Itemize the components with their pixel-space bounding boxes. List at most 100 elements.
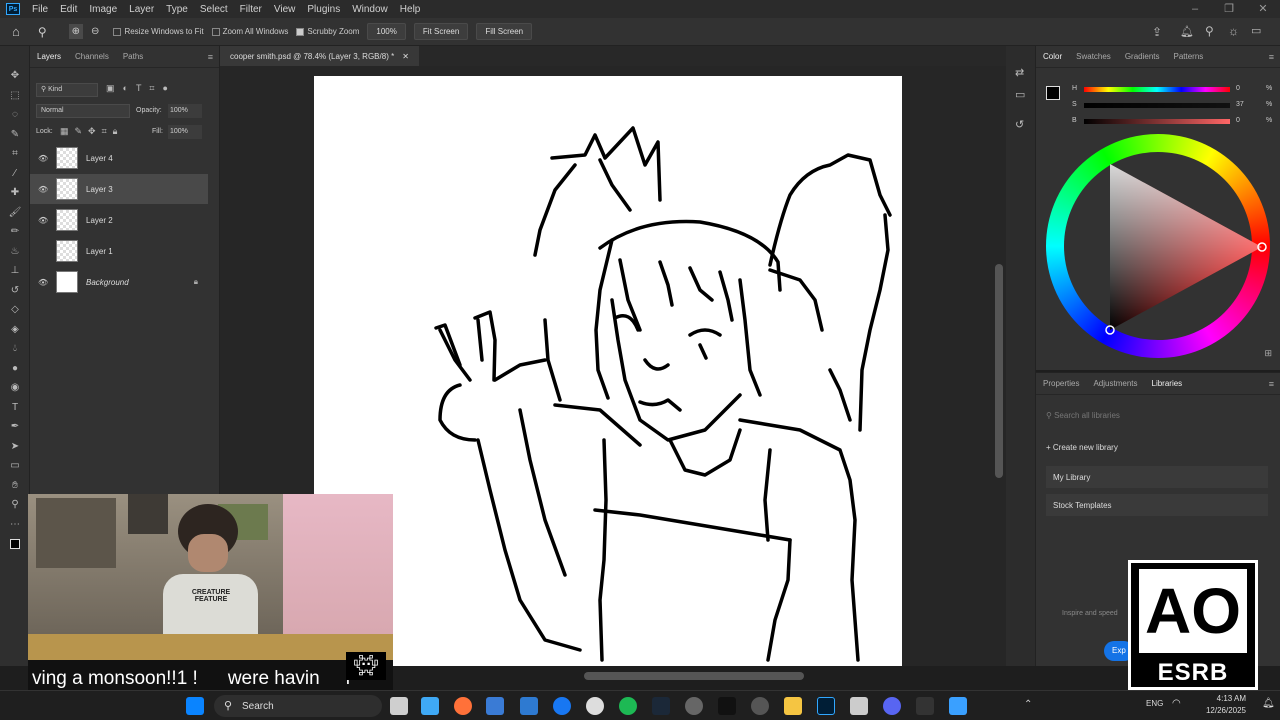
file-icon[interactable] (390, 697, 408, 715)
notifications-icon[interactable]: 🔔︎ (1262, 698, 1275, 709)
copilot-icon[interactable] (421, 697, 439, 715)
lasso-tool-icon[interactable]: ◌ (0, 105, 30, 125)
menu-edit[interactable]: Edit (54, 4, 83, 15)
tab-paths[interactable]: Paths (116, 52, 150, 61)
blur-tool-icon[interactable]: 💧︎ (0, 339, 30, 359)
color-swatch-icon[interactable] (0, 534, 30, 554)
menu-file[interactable]: File (26, 4, 54, 15)
tab-swatches[interactable]: Swatches (1069, 52, 1118, 61)
pen-tool-icon[interactable]: ✒ (0, 417, 30, 437)
library-item[interactable]: My Library (1046, 466, 1268, 488)
color-wheel[interactable] (1046, 134, 1270, 358)
tab-gradients[interactable]: Gradients (1118, 52, 1167, 61)
menu-window[interactable]: Window (346, 4, 394, 15)
brightness-value[interactable]: 0 (1236, 117, 1240, 124)
tab-color[interactable]: Color (1036, 52, 1069, 61)
menu-select[interactable]: Select (194, 4, 234, 15)
tray-overflow-icon[interactable]: ⌃ (1024, 699, 1032, 710)
fill-screen-button[interactable]: Fill Screen (476, 23, 533, 40)
hue-value[interactable]: 0 (1236, 85, 1240, 92)
layer-row[interactable]: 👁︎ Layer 1 (30, 236, 208, 266)
zoom-tool-icon[interactable]: ⚲ (38, 25, 47, 39)
firefox-icon[interactable] (454, 697, 472, 715)
cmd-icon[interactable] (916, 697, 934, 715)
wordpad-icon[interactable] (586, 697, 604, 715)
menu-type[interactable]: Type (160, 4, 194, 15)
quick-select-icon[interactable]: ✎ (0, 125, 30, 145)
steam-icon[interactable] (652, 697, 670, 715)
sponge-tool-icon[interactable]: ◉ (0, 378, 30, 398)
home-icon[interactable]: ⌂ (12, 24, 20, 39)
learn-icon[interactable]: ⇄ (1015, 66, 1024, 79)
bell-icon[interactable]: 🔔︎ (1180, 25, 1194, 38)
history-brush-icon[interactable]: ↺ (0, 281, 30, 301)
fit-screen-button[interactable]: Fit Screen (413, 23, 469, 40)
mixer-brush-icon[interactable]: ♨ (0, 242, 30, 262)
opacity-field[interactable]: 100% (168, 104, 202, 118)
lock-icons[interactable]: ▦✎✥⌗🔒︎ (60, 126, 123, 137)
vertical-scrollbar[interactable] (995, 264, 1003, 478)
drawing-canvas[interactable] (314, 76, 902, 666)
type-tool-icon[interactable]: T (0, 398, 30, 418)
eye-hidden-icon[interactable]: 👁︎ (38, 247, 50, 256)
scrubby-zoom-checkbox[interactable]: Scrubby Zoom (296, 27, 359, 36)
path-select-icon[interactable]: ➤ (0, 437, 30, 457)
discord-icon[interactable] (883, 697, 901, 715)
panel-menu-icon[interactable]: ≡ (1269, 52, 1274, 62)
workspace-icon[interactable]: ▭ (1251, 24, 1261, 37)
panel-menu-icon[interactable]: ≡ (1269, 379, 1274, 389)
crop-tool-icon[interactable]: ⌗ (0, 144, 30, 164)
menu-image[interactable]: Image (83, 4, 123, 15)
marquee-tool-icon[interactable]: ⬚ (0, 86, 30, 106)
more-tools-icon[interactable]: ⋯ (0, 515, 30, 535)
eraser-tool-icon[interactable]: ◇ (0, 300, 30, 320)
tab-patterns[interactable]: Patterns (1167, 52, 1211, 61)
wifi-icon[interactable]: ◠ (1172, 698, 1181, 709)
spotify-icon[interactable] (619, 697, 637, 715)
brush-tool-icon[interactable]: 🖌︎ (0, 203, 30, 223)
comments-icon[interactable]: ▭ (1015, 88, 1025, 101)
zoom-all-checkbox[interactable]: Zoom All Windows (211, 27, 288, 36)
fill-field[interactable]: 100% (168, 125, 202, 139)
dodge-tool-icon[interactable]: ● (0, 359, 30, 379)
clone-stamp-icon[interactable]: ⊥ (0, 261, 30, 281)
zoom-tool-side-icon[interactable]: ⚲ (0, 495, 30, 515)
move-tool-icon[interactable]: ✥ (0, 66, 30, 86)
hand-tool-icon[interactable]: ✋︎ (0, 476, 30, 496)
zoom-out-icon[interactable]: ⊖ (91, 26, 99, 37)
eyedropper-icon[interactable]: ⁄ (0, 164, 30, 184)
panel-menu-icon[interactable]: ≡ (208, 52, 213, 62)
eye-icon[interactable]: 👁︎ (38, 278, 50, 287)
healing-brush-icon[interactable]: ✚ (0, 183, 30, 203)
folder-icon[interactable] (784, 697, 802, 715)
obs-icon[interactable] (751, 697, 769, 715)
expand-icon[interactable]: ⊞ (1264, 348, 1272, 359)
media-app-icon[interactable] (850, 697, 868, 715)
layer-row[interactable]: 👁︎ Background 🔒︎ (30, 267, 208, 297)
audio-app-icon[interactable] (718, 697, 736, 715)
history-icon[interactable]: ↺ (1015, 118, 1024, 131)
hue-slider[interactable]: H 0 % (1044, 85, 1272, 95)
start-icon[interactable] (186, 697, 204, 715)
layer-row[interactable]: 👁︎ Layer 2 (30, 205, 208, 235)
tab-libraries[interactable]: Libraries (1145, 379, 1190, 388)
share-icon[interactable]: ⇪ (1152, 25, 1162, 39)
menu-view[interactable]: View (268, 4, 302, 15)
tab-channels[interactable]: Channels (68, 52, 116, 61)
paint-icon[interactable] (949, 697, 967, 715)
horizontal-scrollbar[interactable] (584, 672, 804, 680)
photoshop-icon[interactable] (817, 697, 835, 715)
layer-filter-icons[interactable]: ▣◐T⌗● (106, 83, 176, 94)
library-search-input[interactable]: ⚲ Search all libraries (1046, 411, 1268, 425)
zoom-value-field[interactable]: 100% (367, 23, 406, 40)
tab-properties[interactable]: Properties (1036, 379, 1086, 388)
menu-filter[interactable]: Filter (234, 4, 268, 15)
blend-mode-select[interactable]: Normal (36, 104, 130, 118)
saturation-value[interactable]: 37 (1236, 101, 1244, 108)
pencil-tool-icon[interactable]: ✏︎ (0, 222, 30, 242)
language-indicator[interactable]: ENG (1146, 699, 1163, 708)
facebook-icon[interactable] (553, 697, 571, 715)
clock[interactable]: 4:13 AM 12/26/2025 (1186, 693, 1246, 717)
tab-layers[interactable]: Layers (30, 52, 68, 61)
paint-bucket-icon[interactable]: ◈ (0, 320, 30, 340)
